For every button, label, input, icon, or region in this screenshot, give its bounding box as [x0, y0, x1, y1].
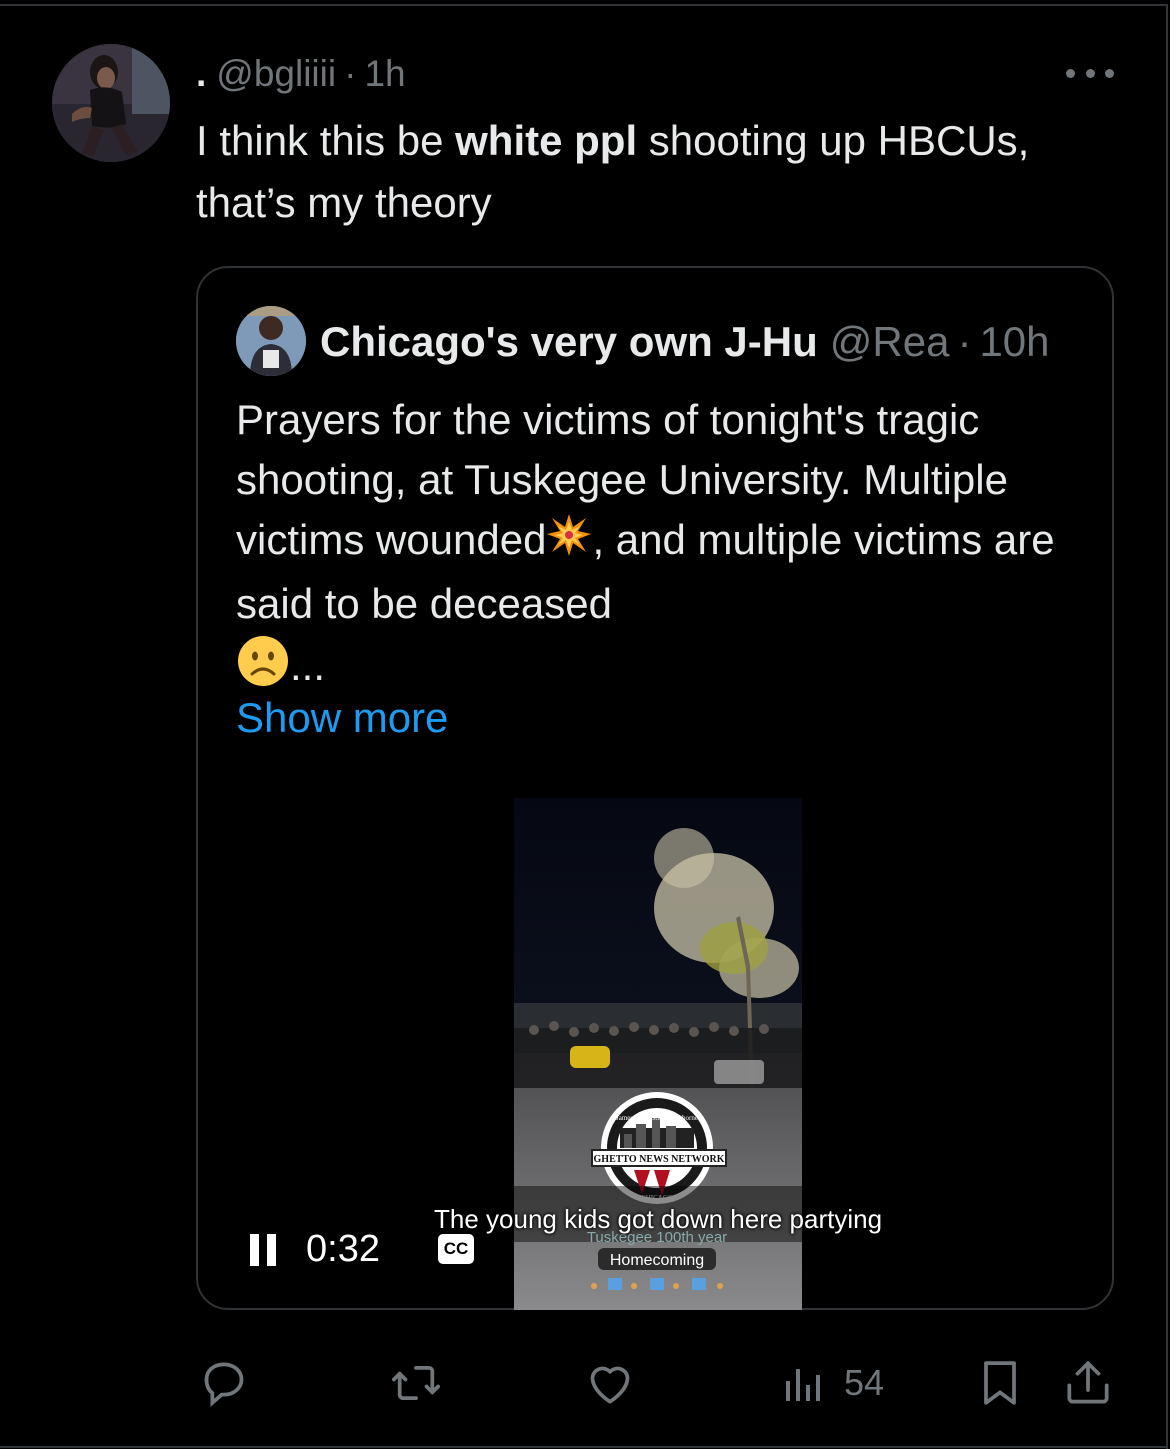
share-icon: [1060, 1355, 1116, 1411]
author-handle[interactable]: @bgliiii: [216, 53, 336, 95]
quote-author-handle[interactable]: @Rea: [830, 318, 950, 366]
like-button[interactable]: [582, 1354, 638, 1412]
like-icon: [582, 1355, 638, 1411]
author-name[interactable]: .: [196, 53, 206, 95]
video-caption: The young kids got down here partying: [434, 1204, 883, 1234]
quote-ellipsis: ...: [290, 642, 326, 689]
views-icon: [780, 1355, 828, 1411]
quote-text: Prayers for the victims of tonight's tra…: [236, 390, 1086, 704]
bottom-border: [0, 1446, 1168, 1448]
author-avatar[interactable]: [52, 44, 170, 162]
retweet-icon: [386, 1355, 446, 1411]
header-separator: ·: [344, 53, 357, 94]
action-bar: 54: [0, 1350, 1170, 1420]
pause-icon[interactable]: [250, 1234, 276, 1266]
reply-icon: [196, 1355, 252, 1411]
tweet-time[interactable]: 1h: [364, 53, 405, 95]
views-count: 54: [844, 1362, 885, 1403]
tweet-header: . @bgliiii · 1h: [196, 52, 406, 96]
quote-header: Chicago's very own J-Hu @Rea · 10h: [320, 312, 1050, 372]
quote-author-name[interactable]: Chicago's very own J-Hu: [320, 318, 818, 366]
video-overlay-line2: Homecoming: [610, 1252, 704, 1269]
cc-icon[interactable]: CC: [438, 1234, 474, 1264]
show-more-link[interactable]: Show more: [236, 688, 448, 748]
collision-emoji: [546, 512, 592, 574]
video-timecode: 0:32: [306, 1228, 380, 1270]
reply-button[interactable]: [196, 1354, 252, 1412]
tweet-text-bold: white ppl: [455, 117, 638, 164]
more-icon[interactable]: [1066, 58, 1114, 88]
right-border: [1166, 4, 1168, 1449]
tweet-text: I think this be white ppl shooting up HB…: [196, 110, 1126, 234]
quote-tweet-card[interactable]: Chicago's very own J-Hu @Rea · 10h Praye…: [196, 266, 1114, 1310]
bookmark-button[interactable]: [972, 1354, 1028, 1412]
tweet-text-before: I think this be: [196, 117, 456, 164]
quote-header-separator: ·: [957, 318, 972, 365]
video-overlay-ring: James J. "Hustle" Hawthorne: [616, 1114, 698, 1122]
retweet-button[interactable]: [386, 1354, 446, 1412]
views-button[interactable]: 54: [780, 1354, 884, 1412]
share-button[interactable]: [1060, 1354, 1116, 1412]
quote-author-avatar[interactable]: [236, 306, 306, 376]
video-overlay-title: GHETTO NEWS NETWORK: [594, 1154, 725, 1165]
top-border: [0, 4, 1166, 6]
bookmark-icon: [972, 1355, 1028, 1411]
quote-time[interactable]: 10h: [979, 318, 1049, 366]
